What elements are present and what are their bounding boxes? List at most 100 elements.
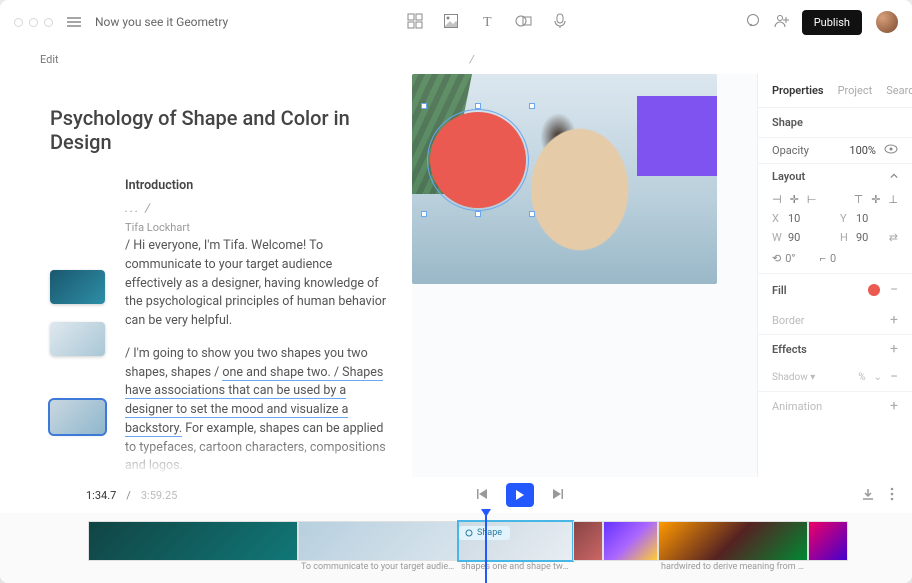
opacity-row: Opacity 100% [758,138,912,163]
opacity-value[interactable]: 100% [849,144,876,157]
insert-toolbar: T [408,14,566,31]
align-bottom-icon[interactable]: ⊥ [888,193,898,206]
hamburger-menu-icon[interactable] [67,17,81,27]
border-label: Border [772,314,805,327]
grid-icon[interactable] [408,14,422,31]
animation-label: Animation [772,400,822,413]
align-row: ⊣ ✛ ⊢ ⊤ ✛ ⊥ [758,189,912,210]
speaker-name: Tifa Lockhart [125,221,388,234]
page-title: Psychology of Shape and Color in Design [50,106,388,154]
visibility-eye-icon[interactable] [884,144,898,157]
play-button[interactable] [506,483,534,507]
timeline-clip-6[interactable]: hardwired to derive meaning from shapes,… [658,521,808,561]
tab-search[interactable]: Search [886,84,912,97]
video-canvas[interactable] [412,74,717,284]
tab-properties[interactable]: Properties [772,84,824,97]
traffic-max-icon[interactable] [44,18,53,27]
align-right-icon[interactable]: ⊢ [807,193,817,206]
fit-icon[interactable] [862,488,874,503]
timeline-clip-4[interactable] [573,521,603,561]
playhead[interactable] [485,513,487,583]
section-heading-intro: Introduction [125,178,388,193]
traffic-min-icon[interactable] [29,18,38,27]
text-icon[interactable]: T [480,14,494,31]
clip-2-caption: To communicate to your target audience… [299,562,457,572]
time-current: 1:34.7 [86,489,116,502]
transport-controls [476,483,564,507]
fill-row: Fill − [758,273,912,306]
document-title[interactable]: Now you see it Geometry [95,15,228,29]
prev-marker-icon[interactable] [476,488,488,503]
rotation-radius-row: ⟲0° ⌐0 [758,252,912,273]
clip-3-caption: shapes one and shape two… [459,562,572,572]
radius-field[interactable]: 0 [830,252,836,265]
animation-row: Animation + [758,391,912,420]
clip-thumb-pool[interactable] [50,270,105,304]
link-wh-icon[interactable]: ⇄ [889,231,898,244]
timeline-clip-2[interactable]: To communicate to your target audience… [298,521,458,561]
layout-label: Layout [772,170,805,183]
traffic-close-icon[interactable] [14,18,23,27]
align-middle-icon[interactable]: ✛ [871,193,880,206]
fill-label: Fill [772,284,787,297]
purple-square-shape[interactable] [637,96,717,176]
cursor-slash: / [470,53,474,66]
layout-header[interactable]: Layout [758,163,912,189]
comment-icon[interactable] [746,14,760,31]
shadow-toggle-icon[interactable]: ⌄ [874,372,882,383]
align-center-icon[interactable]: ✛ [790,193,799,206]
publish-button[interactable]: Publish [802,10,862,35]
topbar: Now you see it Geometry T Publish [0,0,912,44]
shadow-percent[interactable]: % [858,372,865,383]
main: Psychology of Shape and Color in Design … [0,74,912,477]
timeline-clip-5[interactable] [603,521,658,561]
clip-thumb-presenter-1[interactable] [50,322,105,356]
paragraph-1[interactable]: / Hi everyone, I'm Tifa. Welcome! To com… [125,237,388,331]
x-field[interactable]: 10 [788,212,800,225]
align-top-icon[interactable]: ⊤ [854,193,864,206]
user-avatar[interactable] [876,11,898,33]
timeline-clip-7[interactable] [808,521,848,561]
paragraph-2[interactable]: / I'm going to show you two shapes you t… [125,345,388,476]
add-effect-icon[interactable]: + [890,341,898,357]
script-pane[interactable]: Psychology of Shape and Color in Design … [0,74,412,477]
clip-thumb-presenter-2-selected[interactable] [50,400,105,434]
time-sep: / [126,489,131,502]
shadow-row: Shadow ▾ % ⌄ − [758,363,912,391]
shadow-chevron-icon[interactable]: ▾ [810,372,815,383]
add-animation-icon[interactable]: + [890,398,898,414]
inspector-tabs: Properties Project Search [758,74,912,108]
selection-handles[interactable] [424,106,532,214]
remove-shadow-icon[interactable]: − [890,369,898,385]
section-shape-title: Shape [772,116,803,129]
mic-icon[interactable] [554,14,566,31]
edit-button[interactable]: Edit [40,53,59,66]
position-size-grid: X10 Y10 W90 H90⇄ [758,210,912,252]
opacity-label: Opacity [772,144,809,157]
inspector-panel: Properties Project Search Shape Opacity … [757,74,912,477]
share-person-icon[interactable] [774,14,788,31]
stage-pane [412,74,757,477]
image-icon[interactable] [444,14,458,31]
chevron-up-icon [890,170,898,183]
timeline-clip-1[interactable] [88,521,298,561]
add-border-icon[interactable]: + [890,312,898,328]
y-field[interactable]: 10 [856,212,868,225]
align-left-icon[interactable]: ⊣ [772,193,782,206]
timeline-clip-3-selected[interactable]: Shape shapes one and shape two… [458,521,573,561]
time-total: 3:59.25 [141,489,177,502]
next-marker-icon[interactable] [552,488,564,503]
player-bar: 1:34.7 / 3:59.25 [0,477,912,513]
fill-color-swatch[interactable] [868,284,880,296]
effects-row: Effects + [758,334,912,363]
shape-icon[interactable] [516,14,532,31]
more-icon[interactable] [890,487,894,504]
remove-fill-icon[interactable]: − [890,282,898,298]
rotation-field[interactable]: 0° [785,252,795,265]
border-row: Border + [758,306,912,334]
h-field[interactable]: 90 [856,231,868,244]
timeline[interactable]: To communicate to your target audience… … [0,513,912,583]
tab-project[interactable]: Project [838,84,873,97]
svg-text:T: T [483,15,492,30]
w-field[interactable]: 90 [788,231,800,244]
